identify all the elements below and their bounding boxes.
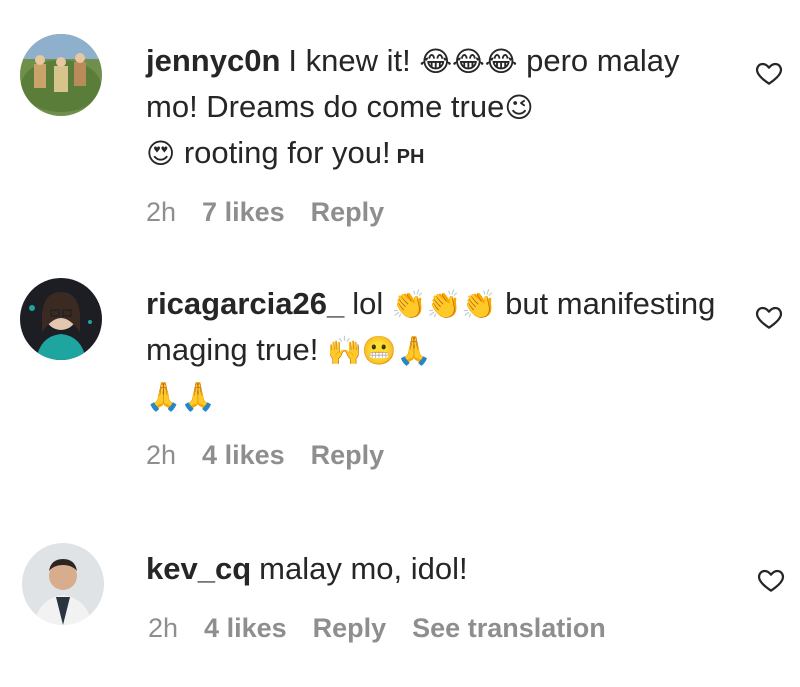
country-badge: PH: [396, 146, 425, 168]
comment-text-segment: rooting for you!: [183, 135, 391, 170]
avatar[interactable]: [20, 34, 102, 116]
comment-text-segment: malay mo, idol!: [259, 551, 468, 586]
emoji: 🙌😬🙏: [326, 334, 432, 367]
comment-text-segment: lol: [352, 286, 384, 321]
heart-outline-icon: [755, 62, 783, 85]
comment-text: ricagarcia26_ lol 👏👏👏 but manifesting mag…: [146, 281, 726, 419]
emoji: 👏👏👏: [391, 288, 497, 321]
comment-meta: 2h 4 likes Reply: [146, 440, 410, 471]
emoji: 😂😂😂: [419, 45, 518, 78]
emoji: 😉: [504, 91, 534, 124]
username[interactable]: ricagarcia26_: [146, 286, 344, 321]
username[interactable]: jennyc0n: [146, 43, 280, 78]
comment-text: kev_cq malay mo, idol!: [146, 546, 726, 591]
comment-meta: 2h 4 likes Reply See translation: [148, 613, 632, 644]
timestamp[interactable]: 2h: [148, 613, 178, 643]
avatar[interactable]: [20, 278, 102, 360]
heart-icon[interactable]: [756, 565, 786, 595]
likes-count[interactable]: 4 likes: [202, 440, 285, 470]
heart-outline-icon: [755, 306, 783, 329]
reply-button[interactable]: Reply: [311, 197, 385, 227]
comment-text: jennyc0n I knew it! 😂😂😂 pero malay mo! Dr…: [146, 38, 726, 180]
username[interactable]: kev_cq: [146, 551, 251, 586]
timestamp[interactable]: 2h: [146, 197, 176, 227]
comment-meta: 2h 7 likes Reply: [146, 197, 410, 228]
reply-button[interactable]: Reply: [311, 440, 385, 470]
see-translation-link[interactable]: See translation: [412, 613, 606, 643]
avatar[interactable]: [22, 543, 104, 625]
comment-text-segment: I knew it!: [288, 43, 411, 78]
emoji: 🙏🙏: [146, 380, 216, 413]
likes-count[interactable]: 4 likes: [204, 613, 287, 643]
timestamp[interactable]: 2h: [146, 440, 176, 470]
emoji: 😍: [146, 137, 176, 170]
heart-icon[interactable]: [754, 58, 784, 88]
heart-icon[interactable]: [754, 302, 784, 332]
heart-outline-icon: [757, 569, 785, 592]
likes-count[interactable]: 7 likes: [202, 197, 285, 227]
reply-button[interactable]: Reply: [313, 613, 387, 643]
comment-list: jennyc0n I knew it! 😂😂😂 pero malay mo! Dr…: [0, 0, 800, 687]
